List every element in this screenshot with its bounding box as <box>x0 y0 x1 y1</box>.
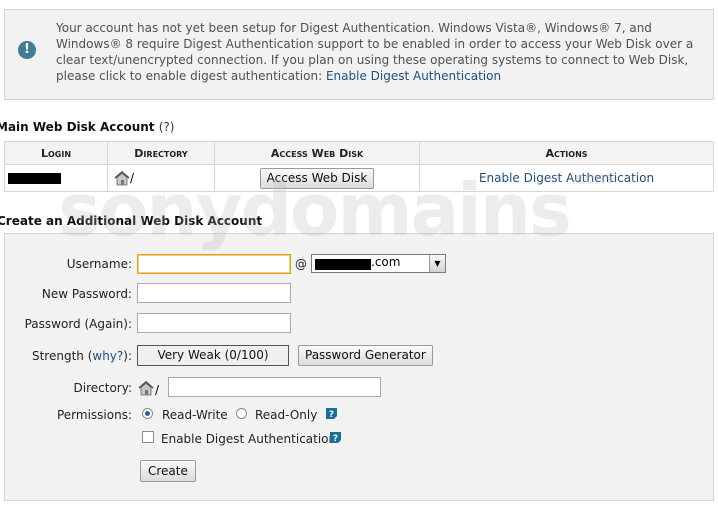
chevron-down-icon[interactable]: ▼ <box>429 255 445 272</box>
directory-slash: / <box>155 383 160 397</box>
read-write-radio[interactable] <box>142 408 153 419</box>
redacted-domain <box>315 258 371 270</box>
domain-select[interactable]: .com ▼ <box>311 254 446 273</box>
home-icon <box>114 170 130 186</box>
read-only-label: Read-Only <box>255 408 318 422</box>
digest-checkbox[interactable] <box>142 431 154 443</box>
column-login: Login <box>4 141 108 165</box>
at-sign: @ <box>295 257 307 271</box>
strength-label: Strength (why?): <box>31 349 132 363</box>
directory-path: / <box>130 170 135 185</box>
main-account-table: Login Directory Access Web Disk Actions … <box>4 141 714 192</box>
directory-cell: / <box>107 164 215 192</box>
username-input[interactable] <box>137 254 291 274</box>
column-actions: Actions <box>419 141 714 165</box>
svg-text:?: ? <box>329 410 334 420</box>
domain-suffix: .com <box>371 255 401 269</box>
password-again-input[interactable] <box>137 313 291 333</box>
main-account-title: Main Web Disk Account (?) <box>0 120 174 134</box>
permissions-label: Permissions: <box>56 408 132 422</box>
directory-label: Directory: <box>73 381 132 395</box>
exclamation-icon: ! <box>18 41 36 59</box>
redacted-login <box>8 173 61 184</box>
create-account-panel <box>4 233 714 501</box>
create-account-title: Create an Additional Web Disk Account <box>0 214 263 228</box>
actions-cell: Enable Digest Authentication <box>419 164 714 192</box>
read-only-radio[interactable] <box>236 408 247 419</box>
digest-label: Enable Digest Authentication <box>161 432 337 446</box>
column-access: Access Web Disk <box>214 141 420 165</box>
svg-text:?: ? <box>333 434 338 444</box>
digest-notice: ! Your account has not yet been setup fo… <box>4 9 714 100</box>
login-cell <box>4 164 108 192</box>
main-account-title-text: Main Web Disk Account <box>0 120 155 134</box>
directory-input[interactable] <box>168 377 381 397</box>
strength-meter: Very Weak (0/100) <box>137 345 289 366</box>
column-directory: Directory <box>107 141 215 165</box>
read-write-label: Read-Write <box>162 408 228 422</box>
home-icon <box>138 380 154 396</box>
help-link[interactable]: (?) <box>159 120 175 134</box>
table-row: / Access Web Disk Enable Digest Authenti… <box>4 164 714 192</box>
help-icon[interactable]: ? <box>325 407 338 420</box>
strength-why-link[interactable]: why? <box>92 349 123 363</box>
notice-text: Your account has not yet been setup for … <box>56 20 696 84</box>
new-password-input[interactable] <box>137 283 291 303</box>
new-password-label: New Password: <box>41 287 132 301</box>
help-icon[interactable]: ? <box>329 431 342 444</box>
password-generator-button[interactable]: Password Generator <box>298 345 433 366</box>
access-cell: Access Web Disk <box>214 164 420 192</box>
password-again-label: Password (Again): <box>24 317 132 331</box>
enable-digest-link[interactable]: Enable Digest Authentication <box>326 69 501 83</box>
enable-digest-action-link[interactable]: Enable Digest Authentication <box>479 171 654 185</box>
access-web-disk-button[interactable]: Access Web Disk <box>259 167 375 189</box>
create-button[interactable]: Create <box>140 460 196 482</box>
username-label: Username: <box>66 257 132 271</box>
